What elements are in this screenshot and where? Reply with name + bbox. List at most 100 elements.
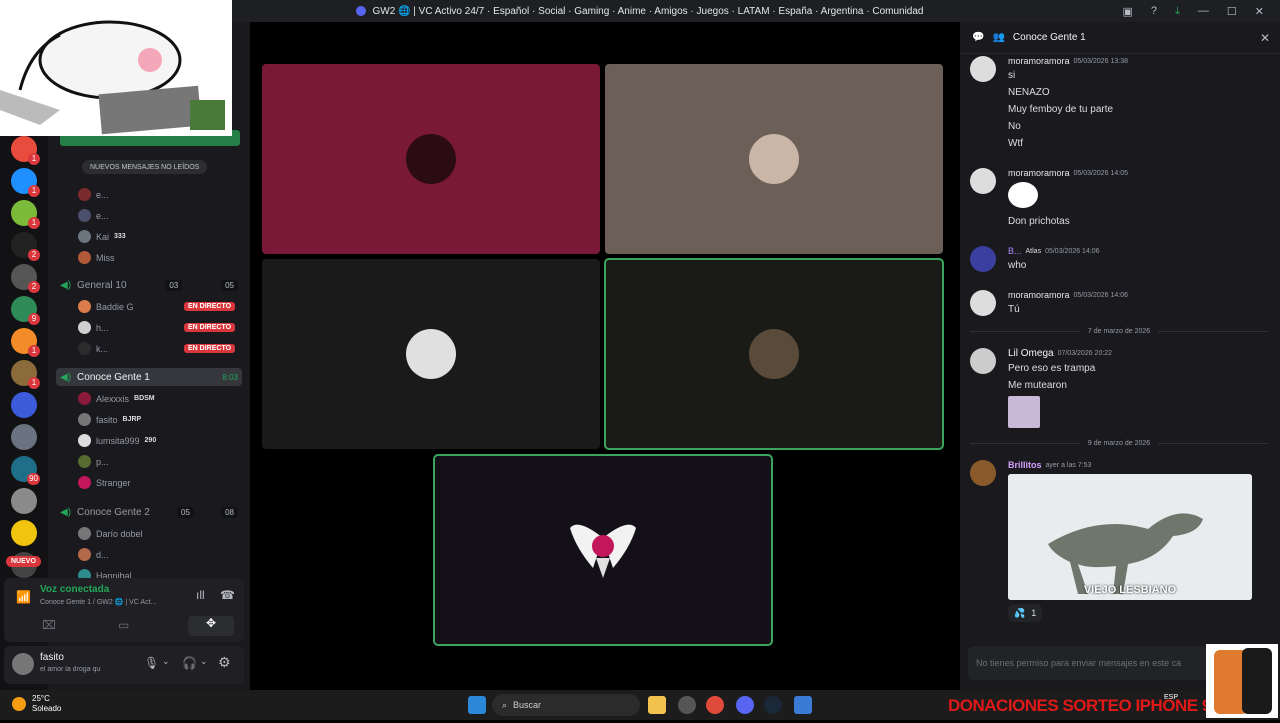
avatar xyxy=(78,455,91,468)
voice-channel-conoce-gente-2[interactable]: ◀) Conoce Gente 2 05 08 xyxy=(56,503,242,521)
author-name[interactable]: moramoramora xyxy=(1008,56,1070,66)
file-explorer-icon[interactable] xyxy=(648,696,666,714)
app-icon[interactable] xyxy=(794,696,812,714)
author-name[interactable]: Brillitos xyxy=(1008,460,1042,470)
video-tile[interactable] xyxy=(262,64,600,254)
help-icon[interactable]: ? xyxy=(1151,5,1157,17)
avatar[interactable] xyxy=(970,246,996,272)
server-icon[interactable]: 1 xyxy=(11,136,40,165)
chevron-down-icon[interactable]: ⌄ xyxy=(162,656,170,667)
server-icon[interactable]: 2 xyxy=(11,232,40,261)
taskbar-search[interactable]: ⌕ Buscar xyxy=(492,694,640,716)
settings-gear-icon[interactable]: ⚙ xyxy=(218,654,231,671)
steam-icon[interactable] xyxy=(764,696,782,714)
server-icon[interactable] xyxy=(11,424,37,450)
search-label: Buscar xyxy=(513,700,542,710)
video-tile-speaking[interactable] xyxy=(433,454,773,646)
image-attachment[interactable] xyxy=(1008,396,1040,428)
server-icon[interactable]: 1 xyxy=(11,168,40,197)
video-tile[interactable] xyxy=(262,259,600,449)
avatar[interactable] xyxy=(970,56,996,82)
avatar[interactable] xyxy=(970,168,996,194)
message-text: Me mutearon xyxy=(1008,380,1067,391)
voice-user[interactable]: Stranger xyxy=(78,476,131,489)
channel-name: Conoce Gente 1 xyxy=(77,371,150,383)
download-icon[interactable]: ⤓ xyxy=(1175,5,1180,18)
timestamp: 05/03/2026 13:38 xyxy=(1073,57,1129,65)
server-icon[interactable] xyxy=(11,488,37,514)
author-name[interactable]: Lil Omega xyxy=(1008,348,1054,359)
voice-user[interactable]: Miss xyxy=(78,251,115,264)
voice-user[interactable]: e... xyxy=(78,209,109,222)
voice-channel-conoce-gente-1[interactable]: ◀) Conoce Gente 1 8:03 xyxy=(56,368,242,386)
server-icon[interactable]: 1 xyxy=(11,328,40,357)
user-count: 03 xyxy=(165,279,183,291)
microphone-icon[interactable]: 🎙 xyxy=(144,656,159,670)
server-icon[interactable]: 1 xyxy=(11,360,40,389)
activities-button[interactable]: ✥ xyxy=(188,616,234,636)
avatar[interactable] xyxy=(970,348,996,374)
date-label: 7 de marzo de 2026 xyxy=(1087,328,1151,335)
close-window-button[interactable]: ✕ xyxy=(1255,5,1264,18)
weather-widget[interactable]: 25°C Soleado xyxy=(12,694,61,714)
user-name: lumsita999 xyxy=(96,435,140,446)
app-icon[interactable] xyxy=(678,696,696,714)
live-badge: EN DIRECTO xyxy=(184,323,236,332)
mention-badge: 2 xyxy=(28,281,40,293)
avatar[interactable] xyxy=(12,653,34,675)
voice-user[interactable]: p... xyxy=(78,455,109,468)
close-icon[interactable]: ✕ xyxy=(1260,31,1270,45)
reaction[interactable]: 💦 1 xyxy=(1008,604,1043,622)
gif-attachment[interactable]: VIEJO LESBIANO xyxy=(1008,474,1252,600)
maximize-button[interactable]: ☐ xyxy=(1227,5,1237,18)
server-icon[interactable]: 1 xyxy=(11,200,40,229)
live-badge: EN DIRECTO xyxy=(184,344,236,353)
reaction-emoji-icon: 💦 xyxy=(1014,607,1026,618)
voice-user[interactable]: Alexxxis BDSM xyxy=(78,392,155,405)
user-name: Alexxxis xyxy=(96,393,130,404)
voice-user[interactable]: lumsita999 290 xyxy=(78,434,156,447)
user-name: e... xyxy=(96,189,109,200)
chrome-icon[interactable] xyxy=(706,696,724,714)
headphones-icon[interactable]: 🎧 xyxy=(182,656,197,670)
inbox-icon[interactable]: ▣ xyxy=(1123,5,1133,18)
voice-user[interactable]: h... xyxy=(78,321,109,334)
server-icon[interactable] xyxy=(11,520,37,546)
user-name: Stranger xyxy=(96,477,131,488)
author-name[interactable]: moramoramora xyxy=(1008,168,1070,178)
voice-user[interactable]: Darío dobel xyxy=(78,527,143,540)
voice-user[interactable]: Baddie G xyxy=(78,300,134,313)
server-icon[interactable] xyxy=(11,392,37,418)
avatar[interactable] xyxy=(970,290,996,316)
disconnect-icon[interactable]: ☎ xyxy=(220,588,235,602)
timestamp: ayer a las 7:53 xyxy=(1045,461,1092,469)
voice-user[interactable]: fasito BJRP xyxy=(78,413,141,426)
author-name[interactable]: B... xyxy=(1008,246,1022,256)
mention-badge: 1 xyxy=(28,377,40,389)
date-divider: 7 de marzo de 2026 xyxy=(970,328,1268,335)
video-tile[interactable] xyxy=(605,64,943,254)
windows-start-icon[interactable] xyxy=(468,696,486,714)
camera-off-icon[interactable]: ⌧ xyxy=(42,618,56,632)
minimize-button[interactable]: — xyxy=(1198,5,1209,17)
server-tag: 290 xyxy=(144,437,157,444)
voice-user[interactable]: e... xyxy=(78,188,109,201)
chevron-down-icon[interactable]: ⌄ xyxy=(200,656,208,667)
screen-share-icon[interactable]: ▭ xyxy=(118,618,129,632)
avatar xyxy=(78,300,91,313)
new-messages-pill[interactable]: NUEVOS MENSAJES NO LEÍDOS xyxy=(82,160,208,174)
voice-user[interactable]: d... xyxy=(78,548,109,561)
server-icon[interactable]: 9 xyxy=(11,296,40,325)
avatar[interactable] xyxy=(970,460,996,486)
author-name[interactable]: moramoramora xyxy=(1008,290,1070,300)
video-tile-speaking[interactable] xyxy=(604,258,944,450)
message-text: Pero eso es trampa xyxy=(1008,363,1096,374)
noise-suppression-icon[interactable]: ıll xyxy=(196,588,205,602)
server-icon[interactable]: 2 xyxy=(11,264,40,293)
user-name: Darío dobel xyxy=(96,528,143,539)
voice-channel-general-10[interactable]: ◀) General 10 03 05 xyxy=(56,276,242,294)
voice-user[interactable]: k... xyxy=(78,342,108,355)
voice-user[interactable]: Kai 333 xyxy=(78,230,126,243)
discord-taskbar-icon[interactable] xyxy=(736,696,754,714)
server-icon[interactable]: 90 xyxy=(11,456,40,485)
